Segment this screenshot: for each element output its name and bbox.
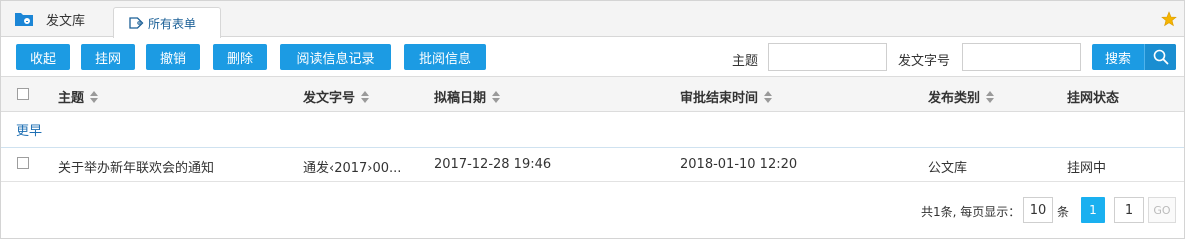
publish-button[interactable]: 挂网 <box>81 44 135 70</box>
toolbar: 收起 挂网 撤销 删除 阅读信息记录 批阅信息 主题 发文字号 搜索 <box>1 38 1184 76</box>
column-doc-no-label: 发文字号 <box>303 91 356 106</box>
column-draft-date[interactable]: 拟稿日期 <box>434 87 501 106</box>
publish-button-label: 挂网 <box>94 51 121 67</box>
tag-icon <box>128 16 144 30</box>
tab-all-forms[interactable]: 所有表单 <box>113 7 221 38</box>
pager-unit: 条 <box>1057 205 1070 219</box>
goto-page-value: 1 <box>1124 202 1134 218</box>
read-records-button[interactable]: 阅读信息记录 <box>280 44 391 70</box>
cell-approval-end: 2018-01-10 12:20 <box>680 157 798 172</box>
revoke-button[interactable]: 撤销 <box>146 44 200 70</box>
current-page-label: 1 <box>1089 203 1097 217</box>
column-approval-end[interactable]: 审批结束时间 <box>680 87 773 106</box>
column-category[interactable]: 发布类别 <box>928 87 995 106</box>
tab-bar: 发文库 所有表单 <box>1 1 1184 38</box>
column-status: 挂网状态 <box>1067 87 1119 106</box>
table-row[interactable]: 关于举办新年联欢会的通知 通发‹2017›00... 2017-12-28 19… <box>1 147 1184 182</box>
sort-icon[interactable] <box>986 90 995 103</box>
read-records-button-label: 阅读信息记录 <box>296 51 375 67</box>
table-header: 主题 发文字号 拟稿日期 审批结束时间 发布类别 挂网状态 <box>1 76 1184 112</box>
collapse-button-label: 收起 <box>29 51 56 67</box>
search-icon[interactable] <box>1144 44 1176 70</box>
sort-icon[interactable] <box>492 90 501 103</box>
goto-page-input[interactable]: 1 <box>1114 197 1144 223</box>
go-button[interactable]: GO <box>1148 197 1176 223</box>
folder-icon <box>14 11 34 27</box>
delete-button[interactable]: 删除 <box>213 44 267 70</box>
sort-icon[interactable] <box>764 90 773 103</box>
current-page-button[interactable]: 1 <box>1081 197 1105 223</box>
search-button[interactable]: 搜索 <box>1092 44 1176 70</box>
subject-input[interactable] <box>768 43 887 71</box>
sort-icon[interactable] <box>90 90 99 103</box>
cell-draft-date: 2017-12-28 19:46 <box>434 157 552 172</box>
column-subject-label: 主题 <box>58 91 85 106</box>
column-status-label: 挂网状态 <box>1067 91 1120 106</box>
column-doc-no[interactable]: 发文字号 <box>303 87 370 106</box>
delete-button-label: 删除 <box>226 51 253 67</box>
cell-category: 公文库 <box>928 161 968 176</box>
revoke-button-label: 撤销 <box>159 51 186 67</box>
go-button-label: GO <box>1153 203 1171 217</box>
sort-icon[interactable] <box>361 90 370 103</box>
pager-summary: 共1条, 每页显示： <box>921 205 1021 219</box>
collapse-button[interactable]: 收起 <box>16 44 70 70</box>
subject-label: 主题 <box>732 54 759 69</box>
tab-home-label: 发文库 <box>46 13 86 29</box>
page-size-input[interactable]: 10 <box>1023 197 1053 223</box>
tab-home[interactable]: 发文库 <box>14 1 85 37</box>
column-category-label: 发布类别 <box>928 91 981 106</box>
star-icon[interactable] <box>1161 11 1177 27</box>
row-checkbox[interactable] <box>17 157 29 169</box>
review-info-button-label: 批阅信息 <box>418 51 471 67</box>
page-size-value: 10 <box>1029 202 1047 218</box>
column-subject[interactable]: 主题 <box>58 87 99 106</box>
doc-no-label: 发文字号 <box>898 54 951 69</box>
search-button-label: 搜索 <box>1104 51 1131 67</box>
column-approval-end-label: 审批结束时间 <box>680 91 759 106</box>
window: 发文库 所有表单 收起 挂网 撤销 删除 阅读信息记录 批阅信息 主题 发文字号 <box>0 0 1185 239</box>
doc-no-input[interactable] <box>962 43 1081 71</box>
review-info-button[interactable]: 批阅信息 <box>404 44 486 70</box>
group-label[interactable]: 更早 <box>16 120 42 139</box>
cell-doc-no: 通发‹2017›00... <box>303 161 402 176</box>
select-all-checkbox[interactable] <box>17 88 29 100</box>
cell-subject[interactable]: 关于举办新年联欢会的通知 <box>58 157 214 176</box>
column-draft-date-label: 拟稿日期 <box>434 91 487 106</box>
cell-status: 挂网中 <box>1067 161 1107 176</box>
tab-all-forms-label: 所有表单 <box>148 16 197 31</box>
